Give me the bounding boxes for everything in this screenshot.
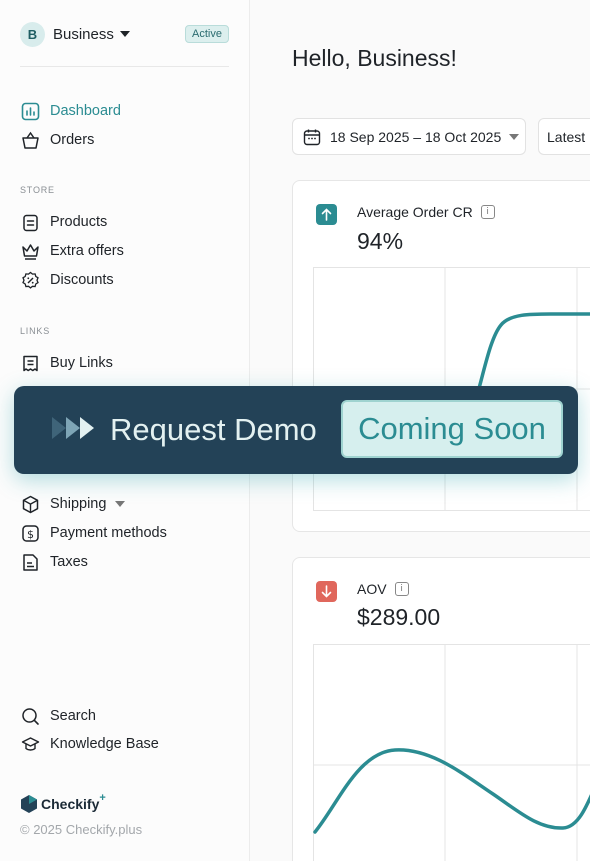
metric-card-aov: AOV i $289.00: [292, 557, 590, 861]
sidebar-item-label: Dashboard: [50, 103, 121, 119]
brand-plus: +: [99, 792, 106, 804]
compare-select[interactable]: Latest: [538, 118, 590, 155]
chevron-down-icon: [119, 31, 130, 37]
sidebar-item-label: Buy Links: [50, 355, 113, 371]
sidebar-item-taxes[interactable]: Taxes: [20, 551, 88, 573]
sidebar-item-payment-methods[interactable]: $ Payment methods: [20, 522, 167, 544]
dollar-icon: $: [20, 523, 40, 543]
sidebar-item-knowledge-base[interactable]: Knowledge Base: [20, 733, 159, 755]
chevron-down-icon: [509, 133, 520, 140]
sidebar-item-label: Extra offers: [50, 243, 124, 259]
sidebar-item-label: Payment methods: [50, 525, 167, 541]
chevron-down-icon: [115, 501, 126, 507]
sidebar-item-discounts[interactable]: Discounts: [20, 269, 114, 291]
clipboard-icon: [20, 212, 40, 232]
divider: [20, 66, 229, 67]
calendar-icon: [303, 129, 321, 145]
metric-title: AOV i: [357, 581, 409, 597]
graduation-cap-icon: [20, 734, 40, 754]
sidebar-item-label: Search: [50, 708, 96, 724]
metric-title: Average Order CR i: [357, 204, 495, 220]
metric-title-text: Average Order CR: [357, 204, 473, 220]
metric-chart: [313, 644, 590, 861]
compare-select-value: Latest: [547, 128, 586, 145]
page-title: Hello, Business!: [292, 45, 457, 71]
avatar: B: [20, 21, 45, 47]
link-list-icon: [20, 353, 40, 373]
sidebar-item-label: Discounts: [50, 272, 114, 288]
request-demo-banner[interactable]: Request Demo Coming Soon: [14, 386, 578, 474]
coming-soon-badge: Coming Soon: [341, 400, 563, 458]
sidebar-item-shipping[interactable]: Shipping: [20, 493, 126, 515]
status-badge: Active: [185, 25, 229, 43]
metric-value: 94%: [357, 228, 404, 254]
section-label-store: STORE: [20, 185, 55, 195]
info-icon[interactable]: i: [394, 582, 409, 596]
metric-value: $289.00: [357, 604, 441, 630]
sidebar-item-label: Knowledge Base: [50, 736, 159, 752]
request-demo-label: Request Demo: [110, 412, 317, 447]
brand-name: Checkify: [41, 796, 100, 812]
metric-card-average-order-cr: Average Order CR i 94%: [292, 180, 590, 532]
arrow-up-icon: [316, 204, 337, 225]
account-name: Business: [53, 25, 114, 43]
date-range-picker[interactable]: 18 Sep 2025 – 18 Oct 2025: [292, 118, 526, 155]
dashboard-icon: [20, 101, 40, 121]
sidebar-item-buy-links[interactable]: Buy Links: [20, 352, 113, 374]
fast-forward-icon: [52, 417, 94, 439]
section-label-links: LINKS: [20, 326, 51, 336]
sidebar-item-dashboard[interactable]: Dashboard: [20, 100, 121, 122]
crown-icon: [20, 241, 40, 261]
document-icon: [20, 552, 40, 572]
discount-icon: [20, 270, 40, 290]
svg-text:$: $: [27, 528, 34, 541]
sidebar-item-extra-offers[interactable]: Extra offers: [20, 240, 124, 262]
box-icon: [20, 494, 40, 514]
chart-series-line: [313, 748, 590, 834]
info-icon[interactable]: i: [480, 205, 495, 219]
sidebar-item-label: Orders: [50, 132, 95, 148]
sidebar-item-products[interactable]: Products: [20, 211, 107, 233]
checkify-logo-icon: [21, 795, 37, 813]
date-range-value: 18 Sep 2025 – 18 Oct 2025: [330, 128, 502, 145]
copyright: © 2025 Checkify.plus: [20, 822, 143, 837]
brand-logo: Checkify +: [20, 792, 106, 814]
arrow-down-icon: [316, 581, 337, 602]
sidebar-item-orders[interactable]: Orders: [20, 129, 94, 151]
account-switcher[interactable]: B Business Active: [20, 20, 229, 48]
chart-series-line: [476, 312, 590, 394]
basket-icon: [20, 130, 40, 150]
sidebar-item-search[interactable]: Search: [20, 705, 96, 727]
sidebar-item-label: Shipping: [50, 496, 107, 512]
metric-title-text: AOV: [357, 581, 387, 597]
sidebar-item-label: Products: [50, 214, 108, 230]
search-icon: [20, 706, 40, 726]
sidebar-item-label: Taxes: [50, 554, 88, 570]
